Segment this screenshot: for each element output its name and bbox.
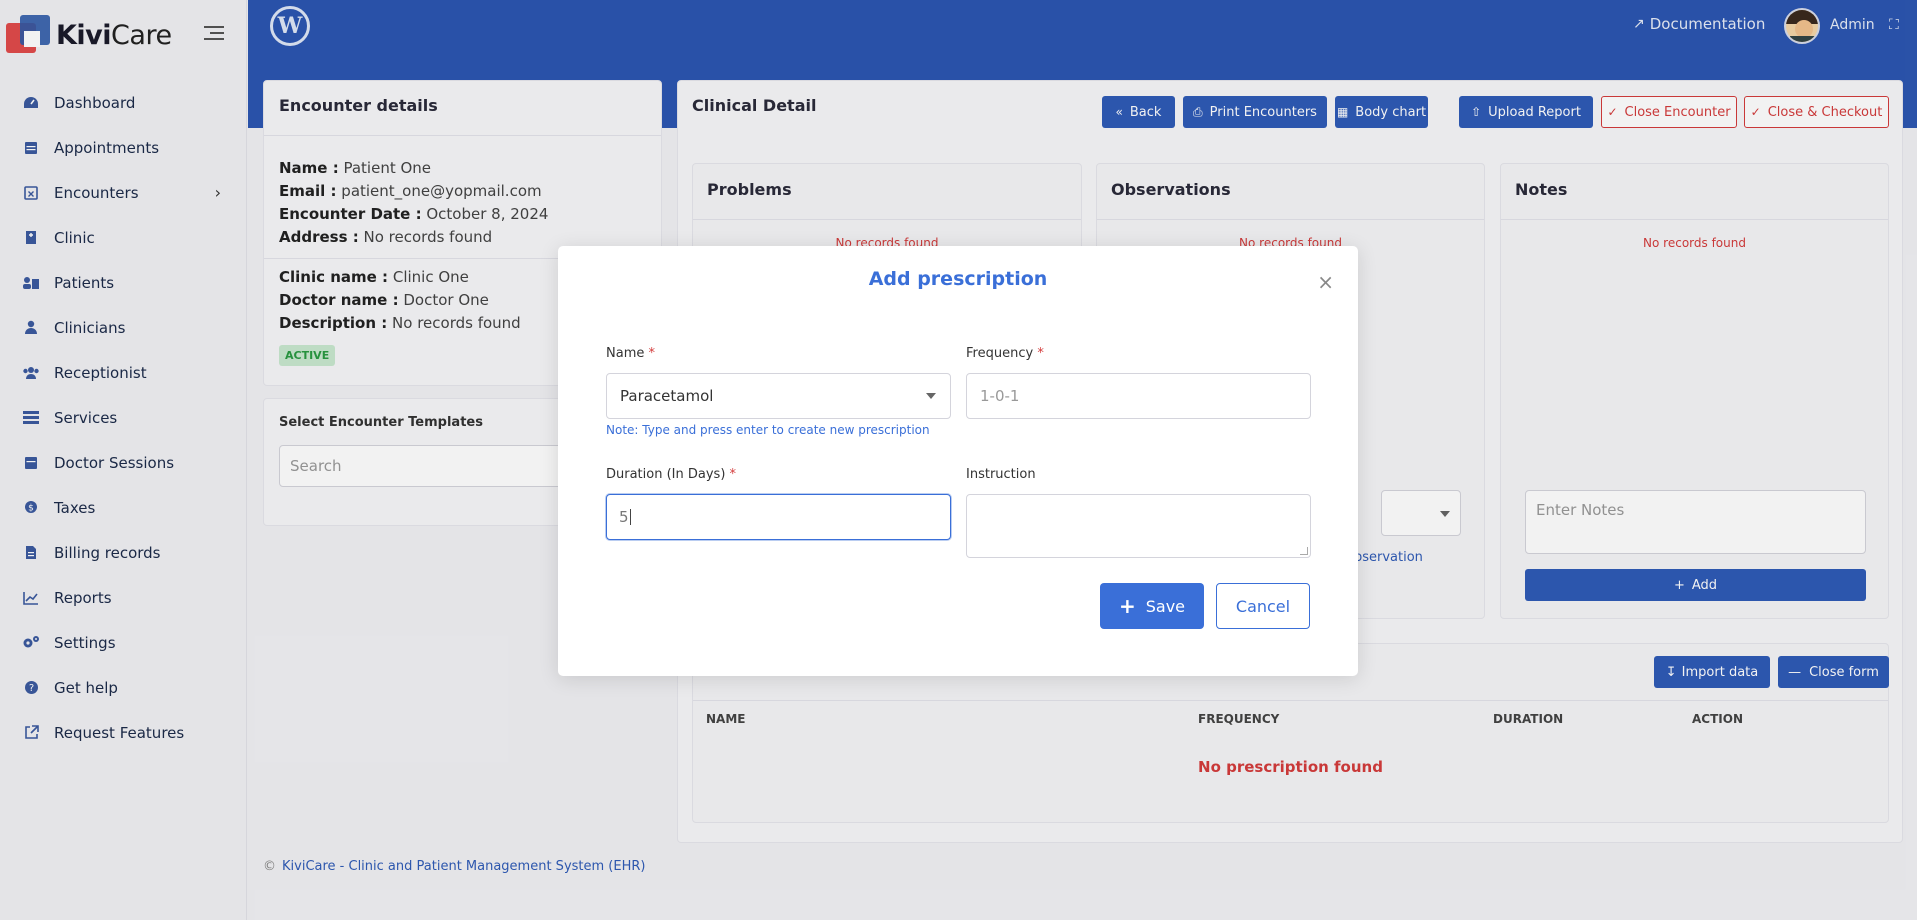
duration-label: Duration (In Days) *: [606, 467, 737, 482]
instruction-label: Instruction: [966, 467, 1036, 482]
instruction-textarea[interactable]: [966, 494, 1311, 558]
resize-handle[interactable]: [1300, 547, 1308, 555]
frequency-input[interactable]: 1-0-1: [966, 373, 1311, 419]
cancel-button[interactable]: Cancel: [1216, 583, 1310, 629]
duration-input[interactable]: 5: [606, 494, 951, 540]
plus-icon: +: [1118, 594, 1136, 618]
name-note: Note: Type and press enter to create new…: [606, 423, 930, 437]
save-button[interactable]: + Save: [1100, 583, 1204, 629]
chevron-down-icon: [926, 393, 936, 399]
add-prescription-modal: Add prescription × Name * Paracetamol No…: [558, 246, 1358, 676]
modal-title: Add prescription: [868, 268, 1048, 290]
close-icon[interactable]: ×: [1317, 270, 1334, 294]
prescription-name-select[interactable]: Paracetamol: [606, 373, 951, 419]
frequency-label: Frequency *: [966, 346, 1044, 361]
name-label: Name *: [606, 346, 655, 361]
